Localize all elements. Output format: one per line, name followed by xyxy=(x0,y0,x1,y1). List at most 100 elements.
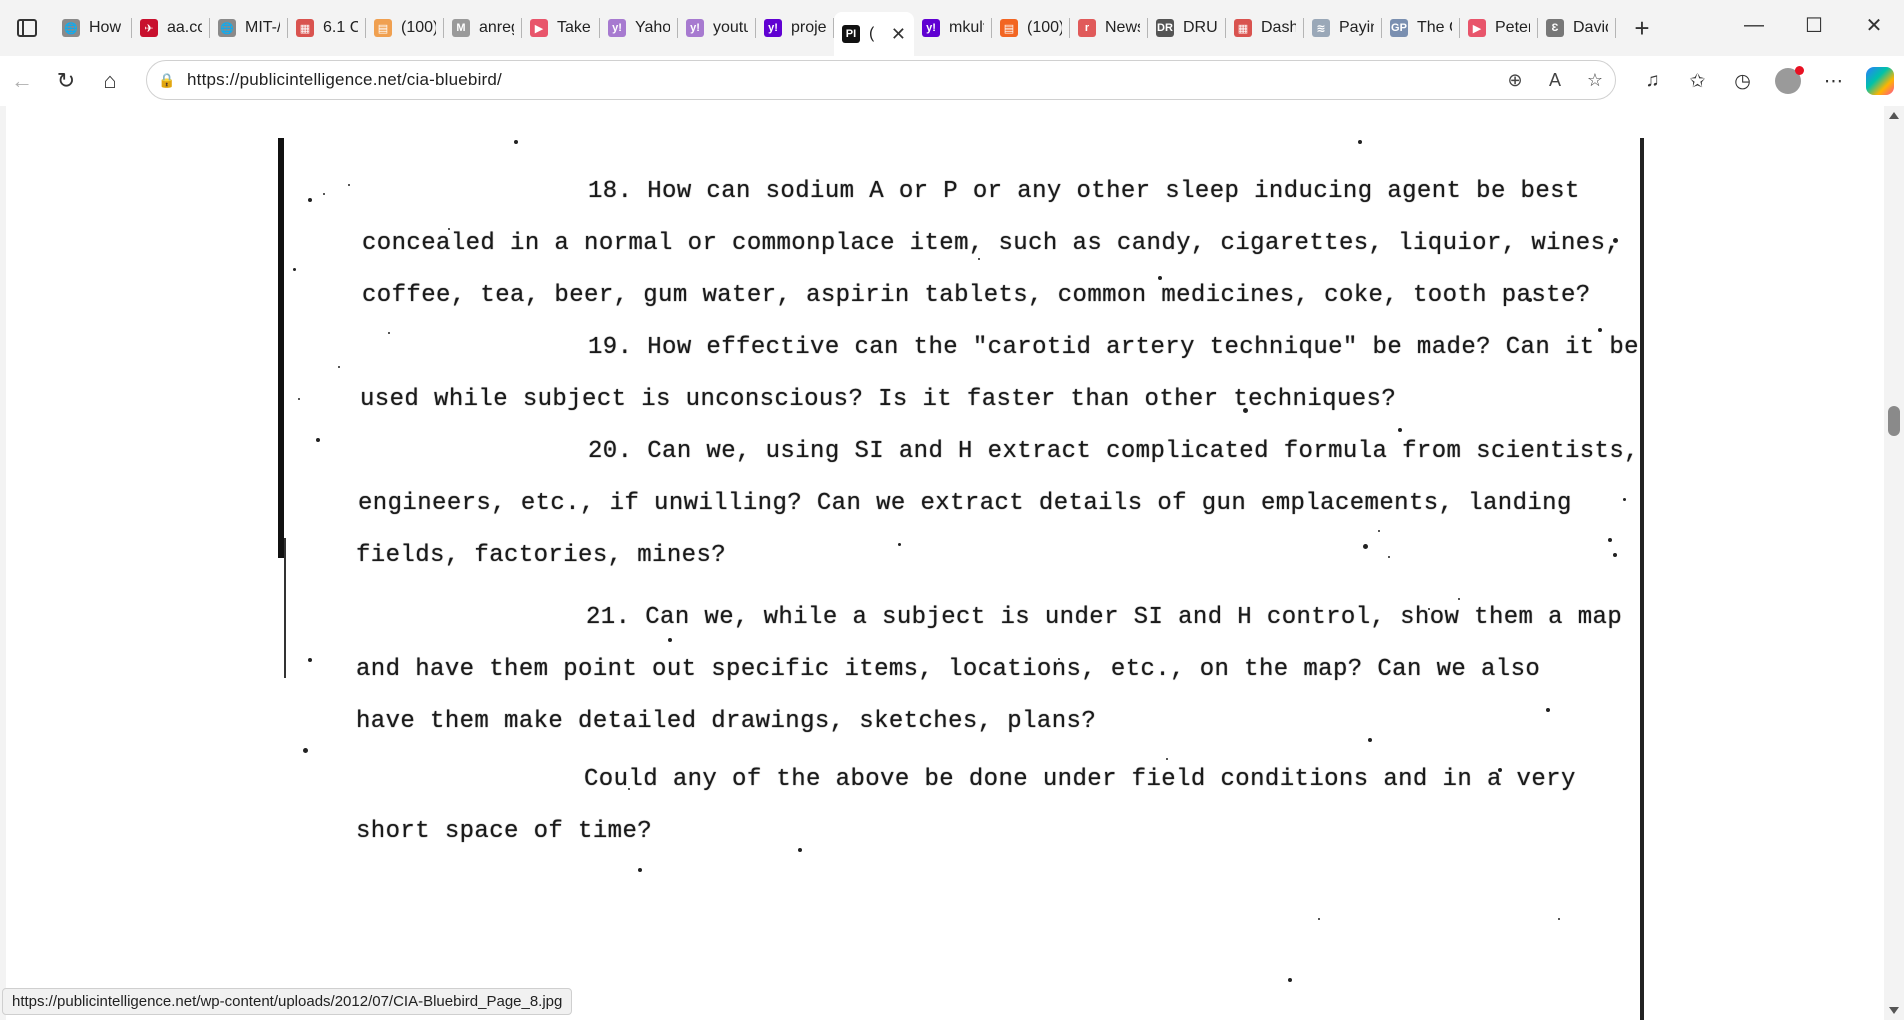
browser-tab[interactable]: ≋ Payin xyxy=(1304,8,1382,48)
browser-tab[interactable]: y! mkult xyxy=(914,8,992,48)
document-text-line: fields, factories, mines? xyxy=(356,542,727,569)
plus-icon: + xyxy=(1634,12,1650,43)
zoom-button[interactable]: ⊕ xyxy=(1495,61,1535,99)
tab-favicon-icon: y! xyxy=(608,19,626,37)
tab-title: David xyxy=(1573,19,1608,36)
scan-speck xyxy=(293,268,296,271)
browser-tab[interactable]: DR DRUD xyxy=(1148,8,1226,48)
scan-left-edge xyxy=(278,138,284,558)
tab-favicon-icon: ▶ xyxy=(1468,19,1486,37)
scroll-down-icon[interactable] xyxy=(1889,1007,1899,1014)
browser-tab[interactable]: y! youtu xyxy=(678,8,756,48)
scan-speck xyxy=(978,258,980,260)
scan-speck xyxy=(1158,276,1162,280)
browser-tab[interactable]: 🌐 How xyxy=(54,8,132,48)
copilot-button[interactable] xyxy=(1866,67,1894,95)
scroll-up-icon[interactable] xyxy=(1889,112,1899,119)
scan-speck xyxy=(448,228,450,230)
home-button[interactable]: ⌂ xyxy=(88,61,132,101)
scan-speck xyxy=(638,868,642,872)
browser-tab[interactable]: r News xyxy=(1070,8,1148,48)
browser-tab[interactable]: 🌐 MIT-/ xyxy=(210,8,288,48)
music-icon: ♫ xyxy=(1645,70,1660,91)
tab-favicon-icon: PI xyxy=(842,25,860,43)
tab-title: How xyxy=(89,19,122,36)
scan-speck xyxy=(1613,553,1617,557)
scan-speck xyxy=(323,193,325,195)
tab-title: proje xyxy=(791,19,826,36)
scan-speck xyxy=(338,366,340,368)
scan-speck xyxy=(316,438,320,442)
scan-speck xyxy=(1363,544,1368,549)
scan-speck xyxy=(668,638,672,642)
scan-speck xyxy=(1166,758,1168,760)
tab-favicon-icon: ▦ xyxy=(1234,19,1252,37)
browser-tab[interactable]: ✈ aa.co xyxy=(132,8,210,48)
browser-tab[interactable]: ▦ Dashl xyxy=(1226,8,1304,48)
tab-favicon-icon: r xyxy=(1078,19,1096,37)
address-url[interactable]: https://publicintelligence.net/cia-blueb… xyxy=(187,70,502,90)
minimize-button[interactable]: — xyxy=(1724,0,1784,50)
browser-tab[interactable]: ▶ Take xyxy=(522,8,600,48)
scroll-thumb[interactable] xyxy=(1888,406,1900,436)
settings-menu-button[interactable]: ⋯ xyxy=(1811,61,1856,101)
maximize-icon: ☐ xyxy=(1805,14,1823,37)
scan-speck xyxy=(1378,530,1380,532)
browser-tab[interactable]: y! proje xyxy=(756,8,834,48)
profile-avatar[interactable] xyxy=(1775,66,1804,94)
lock-icon: 🔒 xyxy=(158,71,176,88)
scan-speck xyxy=(1243,408,1248,413)
read-aloud-button[interactable]: A xyxy=(1535,61,1575,99)
tab-title: mkult xyxy=(949,19,984,36)
tab-title: Payin xyxy=(1339,19,1374,36)
tab-title: The G xyxy=(1417,19,1452,36)
back-button[interactable]: ← xyxy=(0,61,44,101)
maximize-button[interactable]: ☐ xyxy=(1784,0,1844,50)
tab-favicon-icon: ▤ xyxy=(1000,19,1018,37)
scan-speck xyxy=(1288,978,1292,982)
browser-toolbar: ← ↻ ⌂ 🔒 https://publicintelligence.net/c… xyxy=(0,56,1904,106)
browser-tab[interactable]: Manreg xyxy=(444,8,522,48)
tab-favicon-icon: GP xyxy=(1390,19,1408,37)
close-tab-icon[interactable]: ✕ xyxy=(891,24,906,45)
tab-favicon-icon: DR xyxy=(1156,19,1174,37)
tab-title: Yahoo xyxy=(635,19,670,36)
browser-tab[interactable]: ▶ Peter xyxy=(1460,8,1538,48)
favorites-button[interactable]: ✩ xyxy=(1675,61,1720,101)
browser-tab[interactable]: ▦ 6.1 C xyxy=(288,8,366,48)
minimize-icon: — xyxy=(1744,13,1764,36)
scan-speck xyxy=(514,140,518,144)
document-text-line: and have them point out specific items, … xyxy=(356,656,1541,683)
browser-tab[interactable]: y! Yahoo xyxy=(600,8,678,48)
browser-tab[interactable]: PI (✕ xyxy=(834,12,914,56)
site-info-button[interactable]: 🔒 xyxy=(147,72,187,89)
scan-speck xyxy=(1368,738,1372,742)
scan-right-edge xyxy=(1640,138,1644,1020)
browser-tab[interactable]: ▤ (100) xyxy=(366,8,444,48)
favorite-button[interactable]: ☆ xyxy=(1575,61,1615,99)
document-text-line: have them make detailed drawings, sketch… xyxy=(356,708,1097,735)
browser-tab[interactable]: Ɛ David xyxy=(1538,8,1616,48)
tab-actions-button[interactable] xyxy=(0,0,54,56)
browser-tab[interactable]: ▤ (100) xyxy=(992,8,1070,48)
scan-speck xyxy=(1388,556,1390,558)
browser-tab[interactable]: GP The G xyxy=(1382,8,1460,48)
tab-title: (100) xyxy=(1027,19,1062,36)
scan-speck xyxy=(298,398,300,400)
scan-speck xyxy=(798,848,802,852)
tab-favicon-icon: ≋ xyxy=(1312,19,1330,37)
close-window-button[interactable]: ✕ xyxy=(1844,0,1904,50)
refresh-button[interactable]: ↻ xyxy=(44,61,88,101)
star-icon: ☆ xyxy=(1586,69,1604,90)
address-bar[interactable]: 🔒 https://publicintelligence.net/cia-blu… xyxy=(146,60,1616,100)
media-control-button[interactable]: ♫ xyxy=(1630,61,1675,101)
scan-speck xyxy=(308,658,312,662)
home-icon: ⌂ xyxy=(103,68,117,93)
tab-title: DRUD xyxy=(1183,19,1218,36)
scan-speck xyxy=(1398,428,1402,432)
scan-speck xyxy=(1598,328,1602,332)
new-tab-button[interactable]: + xyxy=(1622,8,1662,48)
vertical-scrollbar[interactable] xyxy=(1884,106,1904,1020)
history-button[interactable]: ◷ xyxy=(1720,61,1765,101)
document-text-line: engineers, etc., if unwilling? Can we ex… xyxy=(358,490,1572,517)
